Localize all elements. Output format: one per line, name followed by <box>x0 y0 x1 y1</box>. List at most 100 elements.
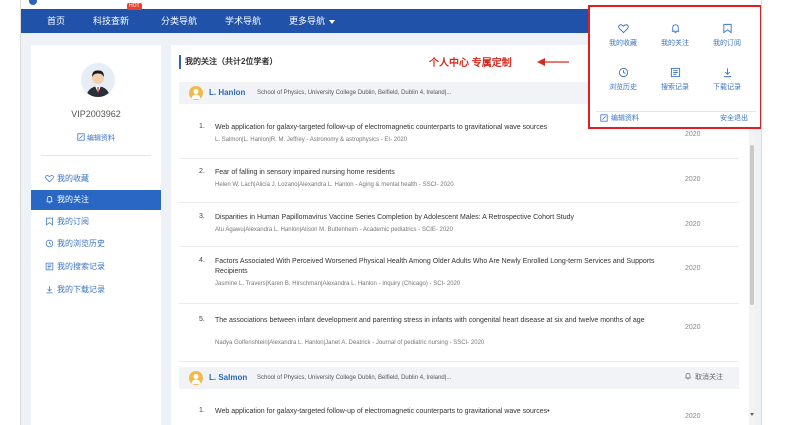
popup-divider <box>596 111 756 112</box>
pub-year: 2020 <box>685 324 701 331</box>
pub-title[interactable]: Fear of falling in sensory impaired nurs… <box>215 168 655 178</box>
unfollow-button[interactable]: 取消关注 <box>684 367 723 389</box>
nav-more[interactable]: 更多导航 <box>289 9 336 33</box>
pub-number: 2. <box>199 168 205 175</box>
clock-icon <box>45 239 54 248</box>
bell-icon <box>46 196 53 204</box>
publication-row: 2. Fear of falling in sensory impaired n… <box>179 168 739 203</box>
bookmark-icon <box>46 217 53 226</box>
nav-category[interactable]: 分类导航 <box>161 9 197 33</box>
user-avatar-icon <box>81 63 115 97</box>
pub-title[interactable]: Factors Associated With Perceived Worsen… <box>215 257 655 277</box>
sidebar-divider <box>41 155 151 156</box>
popup-item-search-records[interactable]: 搜索记录 <box>650 67 700 92</box>
download-icon <box>46 286 53 294</box>
edit-profile-label: 编辑资料 <box>87 135 115 142</box>
edit-profile-link[interactable]: 编辑资料 <box>31 133 161 143</box>
pub-meta: Atu Agawu|Alexandra L. Hanlon|Alison M. … <box>215 227 453 233</box>
pub-number: 1. <box>199 407 205 414</box>
pub-year: 2020 <box>685 221 701 228</box>
popup-item-history[interactable]: 浏览历史 <box>598 67 648 92</box>
heart-icon <box>45 175 54 183</box>
page-title: 我的关注（共计2位学者） <box>179 55 277 69</box>
publication-row: 5. The associations between infant devel… <box>179 316 739 362</box>
nav-home[interactable]: 首页 <box>47 9 65 33</box>
popup-item-label: 我的订阅 <box>713 40 741 47</box>
scholar-affiliation: School of Physics, University College Du… <box>257 375 452 381</box>
scholar-avatar <box>189 371 203 385</box>
pub-year: 2020 <box>685 265 701 272</box>
popup-item-label: 我的关注 <box>661 40 689 47</box>
popup-item-favorites[interactable]: 我的收藏 <box>598 23 648 48</box>
pub-meta: L. Salmon|L. Hanlon|R. M. Jeffrey - Astr… <box>215 137 408 143</box>
pub-meta: Jasmine L. Travers|Karen B. Hirschman|Al… <box>215 281 461 287</box>
sidebar-item-following[interactable]: 我的关注 <box>31 190 161 210</box>
pub-title[interactable]: Web application for galaxy-targeted foll… <box>215 407 655 417</box>
unfollow-label: 取消关注 <box>695 374 723 381</box>
scholar-avatar <box>189 86 203 100</box>
sidebar-item-downloads[interactable]: 我的下载记录 <box>31 280 161 300</box>
popup-item-label: 我的收藏 <box>609 40 637 47</box>
scholar-row: L. Salmon School of Physics, University … <box>179 367 739 389</box>
sidebar-item-label: 我的搜索记录 <box>57 262 105 271</box>
sidebar-item-subscriptions[interactable]: 我的订阅 <box>31 212 161 232</box>
scrollbar[interactable] <box>749 125 755 425</box>
sidebar-item-label: 我的订阅 <box>57 217 89 226</box>
popup-item-label: 搜索记录 <box>661 84 689 91</box>
search-record-icon <box>45 262 54 271</box>
pub-year: 2020 <box>685 413 701 420</box>
scholar-name[interactable]: L. Salmon <box>209 367 247 389</box>
popup-item-following[interactable]: 我的关注 <box>650 23 700 48</box>
hot-badge: HOT <box>127 3 142 10</box>
publication-row: 3. Disparities in Human Papillomavirus V… <box>179 213 739 247</box>
pub-meta: Helen W. Lach|Alicia J. Lozano|Alexandra… <box>215 182 454 188</box>
pub-meta: Nadya Golfenshtein|Alexandra L. Hanlon|J… <box>215 340 485 346</box>
sidebar: VIP2003962 编辑资料 我的收藏 我的关注 我的订阅 我的浏览历史 我的… <box>31 45 161 425</box>
popup-item-downloads[interactable]: 下载记录 <box>702 67 752 92</box>
popup-edit-profile-link[interactable]: 编辑资料 <box>600 113 639 123</box>
scroll-thumb[interactable] <box>750 145 754 305</box>
pub-number: 1. <box>199 123 205 130</box>
sidebar-item-label: 我的下载记录 <box>57 285 105 294</box>
nav-academic[interactable]: 学术导航 <box>225 9 261 33</box>
download-icon <box>723 68 731 78</box>
pub-number: 3. <box>199 213 205 220</box>
sidebar-item-label: 我的收藏 <box>57 174 89 183</box>
nav-more-label: 更多导航 <box>289 16 326 26</box>
scroll-down-arrow-icon[interactable] <box>750 413 754 416</box>
search-record-icon <box>670 67 680 78</box>
logo <box>29 0 37 5</box>
username: VIP2003962 <box>71 109 121 119</box>
browser-frame: 首页 科技查新 HOT 分类导航 学术导航 更多导航 VIP2003962 编辑资… <box>20 0 762 425</box>
scholar-affiliation: School of Physics, University College Du… <box>257 90 452 96</box>
user-icon <box>191 374 201 384</box>
popup-item-subscriptions[interactable]: 我的订阅 <box>702 23 752 48</box>
bell-icon <box>685 372 691 380</box>
sidebar-item-label: 我的关注 <box>57 195 89 204</box>
pub-title[interactable]: The associations between infant developm… <box>215 316 655 326</box>
publication-row: 1. Web application for galaxy-targeted f… <box>179 407 739 425</box>
bookmark-icon <box>722 23 732 34</box>
edit-icon <box>77 133 85 141</box>
sidebar-item-label: 我的浏览历史 <box>57 239 105 248</box>
nav-novelty-search-label: 科技查新 <box>93 16 130 26</box>
popup-item-label: 浏览历史 <box>609 84 637 91</box>
user-icon <box>191 89 201 99</box>
logout-link[interactable]: 安全退出 <box>720 113 748 123</box>
nav-novelty-search[interactable]: 科技查新 HOT <box>93 3 142 33</box>
arrow-icon <box>537 58 569 66</box>
sidebar-item-favorites[interactable]: 我的收藏 <box>31 169 161 189</box>
sidebar-item-history[interactable]: 我的浏览历史 <box>31 234 161 254</box>
scholar-name[interactable]: L. Hanlon <box>209 82 245 104</box>
user-center-popup: 我的收藏 我的关注 我的订阅 浏览历史 搜索记录 下载记录 编辑资料 安全退出 <box>588 5 761 129</box>
popup-edit-label: 编辑资料 <box>611 115 639 122</box>
avatar <box>81 63 115 97</box>
sidebar-item-search-records[interactable]: 我的搜索记录 <box>31 257 161 277</box>
publication-row: 4. Factors Associated With Perceived Wor… <box>179 257 739 304</box>
pub-number: 5. <box>199 316 205 323</box>
pub-title[interactable]: Disparities in Human Papillomavirus Vacc… <box>215 213 675 223</box>
edit-icon <box>600 114 608 122</box>
chevron-down-icon <box>329 19 336 24</box>
pub-number: 4. <box>199 257 205 264</box>
pub-year: 2020 <box>685 176 701 183</box>
